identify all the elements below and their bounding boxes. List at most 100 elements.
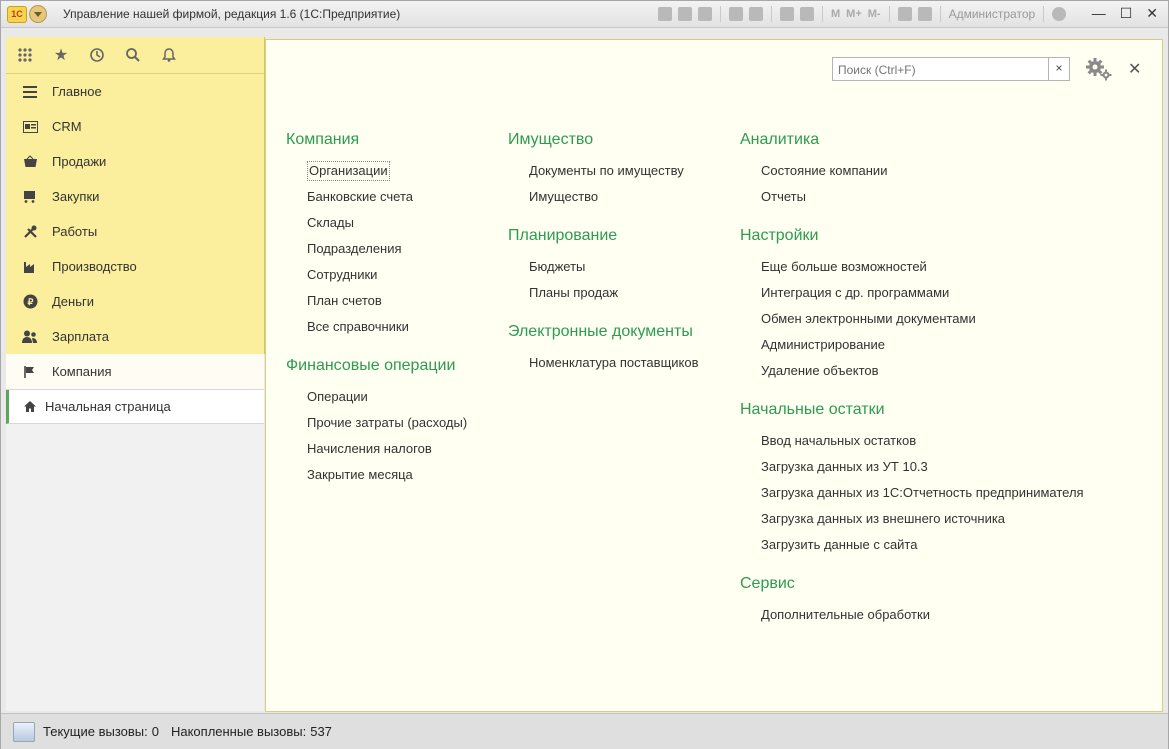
- navigation-link[interactable]: Загрузить данные с сайта: [740, 534, 1084, 560]
- navigation-link[interactable]: Дополнительные обработки: [740, 604, 1084, 630]
- navigation-link[interactable]: Закрытие месяца: [286, 464, 467, 490]
- group-title[interactable]: Финансовые операции: [286, 356, 467, 376]
- maximize-icon[interactable]: ☐: [1120, 5, 1133, 22]
- navigation-link-label: Загрузка данных из внешнего источника: [761, 511, 1006, 526]
- scan-icon[interactable]: [749, 7, 763, 21]
- navigation-link-label: Загрузка данных из УТ 10.3: [761, 459, 928, 474]
- close-icon[interactable]: ✕: [1128, 59, 1141, 79]
- navigation-link-label: Все справочники: [307, 319, 409, 334]
- preview-icon[interactable]: [698, 7, 712, 21]
- cart-icon: [22, 189, 38, 205]
- sidebar-item-label: CRM: [52, 119, 82, 134]
- navigation-link-label: Загрузка данных из 1С:Отчетность предпри…: [761, 485, 1084, 500]
- navigation-link[interactable]: Загрузка данных из УТ 10.3: [740, 456, 1084, 482]
- navigation-link[interactable]: Отчеты: [740, 186, 1084, 212]
- navigation-link[interactable]: Интеграция с др. программами: [740, 282, 1084, 308]
- memory-button[interactable]: M: [831, 8, 840, 20]
- navigation-link-label: Прочие затраты (расходы): [307, 415, 468, 430]
- history-icon[interactable]: [88, 46, 106, 64]
- navigation-link[interactable]: Загрузка данных из 1С:Отчетность предпри…: [740, 482, 1084, 508]
- navigation-link-label: Подразделения: [307, 241, 402, 256]
- sidebar-item-label: Компания: [52, 364, 112, 379]
- notifications-bell-icon[interactable]: [160, 46, 178, 64]
- search-input[interactable]: [836, 59, 1050, 81]
- save-icon[interactable]: [658, 7, 672, 21]
- navigation-link[interactable]: План счетов: [286, 290, 467, 316]
- navigation-link[interactable]: Номенклатура поставщиков: [508, 352, 699, 378]
- sidebar-item-company[interactable]: Компания: [6, 354, 264, 390]
- group-title[interactable]: Сервис: [740, 574, 1084, 594]
- navigation-link[interactable]: Удаление объектов: [740, 360, 1084, 386]
- navigation-link[interactable]: Операции: [286, 386, 467, 412]
- link-group: Сервис Дополнительные обработки: [740, 574, 1084, 630]
- navigation-link-label: Сотрудники: [307, 267, 378, 282]
- group-title[interactable]: Компания: [286, 130, 467, 150]
- navigation-link[interactable]: Склады: [286, 212, 467, 238]
- sidebar-item-factory[interactable]: Производство: [6, 249, 264, 284]
- navigation-link[interactable]: Прочие затраты (расходы): [286, 412, 467, 438]
- navigation-link[interactable]: Начисления налогов: [286, 438, 467, 464]
- navigation-link[interactable]: Организации: [286, 160, 467, 186]
- sidebar-item-tools[interactable]: Работы: [6, 214, 264, 249]
- navigation-link-label: Номенклатура поставщиков: [529, 355, 699, 370]
- search-clear-button[interactable]: ×: [1048, 57, 1069, 81]
- home-page-tab[interactable]: Начальная страница: [6, 390, 264, 424]
- calendar-icon[interactable]: [800, 7, 814, 21]
- sidebar-item-card[interactable]: CRM: [6, 109, 264, 144]
- group-title[interactable]: Аналитика: [740, 130, 1084, 150]
- minimize-icon[interactable]: —: [1092, 5, 1106, 22]
- sidebar-item-people[interactable]: Зарплата: [6, 319, 264, 354]
- section-content: × ✕ Компания Организации Банковские счета С…: [265, 39, 1163, 712]
- navigation-link[interactable]: Администрирование: [740, 334, 1084, 360]
- navigation-link[interactable]: Ввод начальных остатков: [740, 430, 1084, 456]
- help-icon[interactable]: [1052, 7, 1067, 21]
- search-box: ×: [832, 57, 1070, 81]
- memory-minus-button[interactable]: M-: [868, 8, 881, 20]
- panels-icon[interactable]: [917, 7, 932, 21]
- card-icon: [22, 119, 38, 135]
- all-functions-icon[interactable]: [16, 46, 34, 64]
- group-title[interactable]: Электронные документы: [508, 322, 699, 342]
- navigation-link[interactable]: Подразделения: [286, 238, 467, 264]
- search-icon[interactable]: [124, 46, 142, 64]
- zoom-icon[interactable]: [897, 7, 912, 21]
- navigation-link[interactable]: Имущество: [508, 186, 699, 212]
- navigation-link[interactable]: Документы по имуществу: [508, 160, 699, 186]
- main-menu-button[interactable]: [29, 5, 47, 23]
- navigation-link[interactable]: Все справочники: [286, 316, 467, 342]
- group-title[interactable]: Имущество: [508, 130, 699, 150]
- menu-lines-icon: [22, 84, 38, 100]
- sidebar-item-label: Работы: [52, 224, 98, 239]
- navigation-link[interactable]: Загрузка данных из внешнего источника: [740, 508, 1084, 534]
- performance-monitor-icon[interactable]: [13, 721, 35, 742]
- navigation-link[interactable]: Обмен электронными документами: [740, 308, 1084, 334]
- panel-toolbar: ★: [6, 37, 264, 74]
- navigation-link[interactable]: Банковские счета: [286, 186, 467, 212]
- upload-icon[interactable]: [729, 7, 743, 21]
- memory-plus-button[interactable]: M+: [846, 8, 862, 20]
- navigation-link[interactable]: Еще больше возможностей: [740, 256, 1084, 282]
- group-title[interactable]: Планирование: [508, 226, 699, 246]
- window-title: Управление нашей фирмой, редакция 1.6 (1…: [63, 7, 401, 21]
- navigation-link[interactable]: Сотрудники: [286, 264, 467, 290]
- sidebar-item-label: Закупки: [52, 189, 100, 204]
- sidebar-item-menu-lines[interactable]: Главное: [6, 74, 264, 109]
- sidebar-item-basket[interactable]: Продажи: [6, 144, 264, 179]
- print-icon[interactable]: [678, 7, 692, 21]
- window-close-icon[interactable]: ✕: [1146, 5, 1158, 22]
- group-title[interactable]: Настройки: [740, 226, 1084, 246]
- navigation-link-label: Документы по имуществу: [529, 163, 684, 178]
- sidebar-item-cart[interactable]: Закупки: [6, 179, 264, 214]
- navigation-link-label: Ввод начальных остатков: [761, 433, 917, 448]
- status-bar: Текущие вызовы: 0 Накопленные вызовы: 53…: [1, 713, 1168, 749]
- navigation-link[interactable]: Состояние компании: [740, 160, 1084, 186]
- navigation-link-label: Состояние компании: [761, 163, 888, 178]
- current-user[interactable]: Администратор: [949, 7, 1036, 21]
- navigation-link[interactable]: Бюджеты: [508, 256, 699, 282]
- group-title[interactable]: Начальные остатки: [740, 400, 1084, 420]
- navigation-link[interactable]: Планы продаж: [508, 282, 699, 308]
- settings-gear-icon[interactable]: [1084, 56, 1114, 82]
- sidebar-item-ruble-coin[interactable]: ₽ Деньги: [6, 284, 264, 319]
- calculator-icon[interactable]: [780, 7, 794, 21]
- favorites-icon[interactable]: ★: [52, 46, 70, 64]
